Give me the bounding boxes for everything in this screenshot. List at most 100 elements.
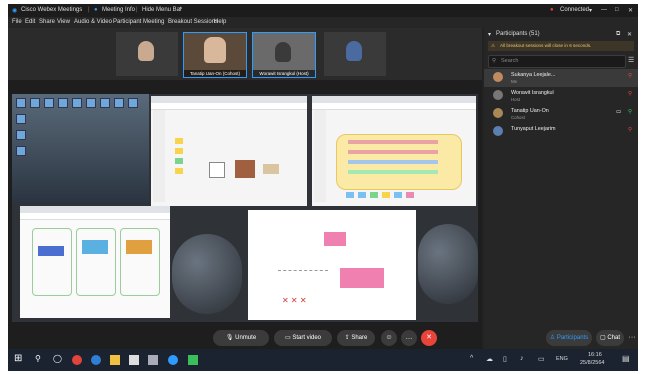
shared-screen: ✕ ✕ ✕: [12, 94, 478, 322]
search-icon[interactable]: ⚲: [35, 354, 41, 363]
chrome-icon[interactable]: [72, 355, 82, 365]
chevron-up-icon[interactable]: ^: [179, 7, 182, 13]
avatar: [493, 126, 503, 136]
maximize-button[interactable]: □: [615, 7, 619, 13]
more-panels-button[interactable]: ···: [624, 330, 638, 346]
smiley-icon: ☺: [385, 334, 393, 341]
chevron-down-icon[interactable]: ▾: [589, 7, 592, 14]
participant-name: Tanatip Uan-On: [511, 108, 549, 114]
menu-edit[interactable]: Edit: [25, 19, 35, 25]
warning-icon: ⚠: [491, 43, 496, 48]
notifications-icon[interactable]: ▤: [622, 354, 630, 363]
hide-menu-bar-button[interactable]: Hide Menu Bar: [142, 7, 182, 13]
video-thumbnail[interactable]: [116, 32, 178, 76]
menu-bar: File Edit Share View Audio & Video Parti…: [8, 17, 638, 28]
close-button[interactable]: ✕: [628, 7, 633, 14]
minimize-button[interactable]: —: [601, 7, 607, 13]
participant-list: Sukanya Leejale... Me ⚲ Worawit Israngku…: [484, 69, 638, 141]
windows-taskbar: ⊞ ⚲ ◯ ^ ☁ ▯ ♪ ▭ ENG 16:16 25/8/2564 ▤: [8, 349, 638, 371]
menu-participant[interactable]: Participant: [113, 19, 141, 25]
more-icon: …: [405, 334, 413, 341]
sort-list-icon[interactable]: ☰: [628, 56, 634, 64]
webex-taskbar-icon[interactable]: [168, 355, 178, 365]
thumbnail-name: Tanatip Uan-On (Cohost): [184, 70, 246, 77]
participants-panel-title: Participants (51): [496, 31, 540, 37]
title-bar: ◉ Cisco Webex Meetings | ● Meeting Info …: [8, 4, 638, 17]
clock-time[interactable]: 16:16: [588, 352, 602, 358]
app-icon[interactable]: [148, 355, 158, 365]
participant-row[interactable]: Sukanya Leejale... Me ⚲: [484, 69, 638, 87]
clock-date[interactable]: 25/8/2564: [580, 360, 604, 366]
volume-icon[interactable]: ♪: [520, 355, 524, 362]
search-icon: ⚲: [492, 58, 497, 64]
video-thumbnail[interactable]: Tanatip Uan-On (Cohost): [183, 32, 247, 78]
start-video-button[interactable]: ▭ Start video: [274, 330, 332, 346]
avatar: [493, 108, 503, 118]
participant-role: Me: [511, 79, 518, 84]
menu-meeting[interactable]: Meeting: [143, 19, 164, 25]
app-icon[interactable]: [188, 355, 198, 365]
participant-search-input[interactable]: ⚲ Search: [488, 55, 626, 68]
video-thumbnail[interactable]: Worawit Israngkul (Host): [252, 32, 316, 78]
participant-row[interactable]: Worawit Israngkul Host ⚲: [484, 87, 638, 105]
video-icon: ▭: [616, 109, 622, 115]
keyboard-icon[interactable]: ▭: [538, 355, 545, 363]
network-icon[interactable]: ☁: [486, 355, 493, 363]
breakout-warning-text: All breakout sessions will close in 6 se…: [500, 43, 592, 48]
participant-row[interactable]: Tanatip Uan-On Cohost ▭ ⚲: [484, 105, 638, 123]
battery-icon[interactable]: ▯: [503, 355, 507, 363]
edge-icon[interactable]: [91, 355, 101, 365]
video-thumbnail[interactable]: [324, 32, 386, 76]
app-title: Cisco Webex Meetings: [21, 7, 83, 13]
menu-audio-video[interactable]: Audio & Video: [74, 19, 112, 25]
participants-panel: ▾ Participants (51) ⧉ ✕ ⚠ All breakout s…: [484, 28, 638, 349]
meeting-info-button[interactable]: Meeting Info: [102, 7, 135, 13]
participant-name: Sukanya Leejale...: [511, 72, 556, 78]
participants-panel-header: ▾ Participants (51) ⧉ ✕: [484, 28, 638, 40]
chat-toggle-button[interactable]: ▢ Chat: [596, 330, 624, 346]
more-options-button[interactable]: …: [401, 330, 417, 346]
menu-breakout-sessions[interactable]: Breakout Sessions: [168, 19, 218, 25]
menu-file[interactable]: File: [12, 19, 22, 25]
shared-app-window: ✕ ✕ ✕: [248, 210, 416, 320]
participant-role: Host: [511, 97, 521, 102]
participants-icon: ♙: [549, 335, 557, 341]
mic-muted-icon: ⚲: [628, 91, 632, 97]
close-icon[interactable]: ✕: [627, 31, 632, 38]
webex-logo-icon: ◉: [12, 8, 18, 14]
menu-share[interactable]: Share: [39, 19, 55, 25]
task-view-icon[interactable]: ◯: [53, 354, 62, 363]
popout-icon[interactable]: ⧉: [616, 31, 620, 38]
info-icon: ●: [94, 7, 98, 13]
file-explorer-icon[interactable]: [110, 355, 120, 365]
desktop-wallpaper: [12, 94, 149, 204]
video-thumbnail-strip: Tanatip Uan-On (Cohost) Worawit Israngku…: [8, 28, 482, 80]
avatar: [493, 90, 503, 100]
mic-muted-icon: ⚲: [628, 127, 632, 133]
chevron-up-icon[interactable]: ^: [470, 355, 473, 362]
windows-start-icon[interactable]: ⊞: [14, 353, 22, 364]
breakout-warning-banner: ⚠ All breakout sessions will close in 6 …: [488, 41, 634, 51]
leave-meeting-button[interactable]: ✕: [421, 330, 437, 346]
share-button[interactable]: ⇪ Share: [337, 330, 375, 346]
participant-role: Cohost: [511, 115, 525, 120]
store-icon[interactable]: [129, 355, 139, 365]
mic-muted-icon: ⚲: [628, 73, 632, 79]
menu-view[interactable]: View: [57, 19, 70, 25]
unmute-button[interactable]: 🎙 Unmute: [213, 330, 269, 346]
participant-row[interactable]: Tunyaput Leejarim ⚲: [484, 123, 638, 141]
shared-app-window: [312, 96, 476, 206]
connection-status: Connected: [560, 7, 590, 13]
shared-app-window: [151, 96, 307, 206]
meeting-stage: Tanatip Uan-On (Cohost) Worawit Israngku…: [8, 28, 482, 349]
participants-toggle-button[interactable]: ♙ Participants: [546, 330, 592, 346]
mute-icon: 🎙: [225, 335, 236, 341]
participant-name: Tunyaput Leejarim: [511, 126, 556, 132]
reactions-button[interactable]: ☺: [381, 330, 397, 346]
close-icon: ✕: [426, 334, 432, 341]
thumbnail-name: Worawit Israngkul (Host): [253, 70, 315, 77]
record-icon: ●: [550, 7, 554, 13]
menu-help[interactable]: Help: [214, 19, 226, 25]
chevron-down-icon[interactable]: ▾: [488, 31, 491, 38]
input-language[interactable]: ENG: [556, 356, 568, 362]
